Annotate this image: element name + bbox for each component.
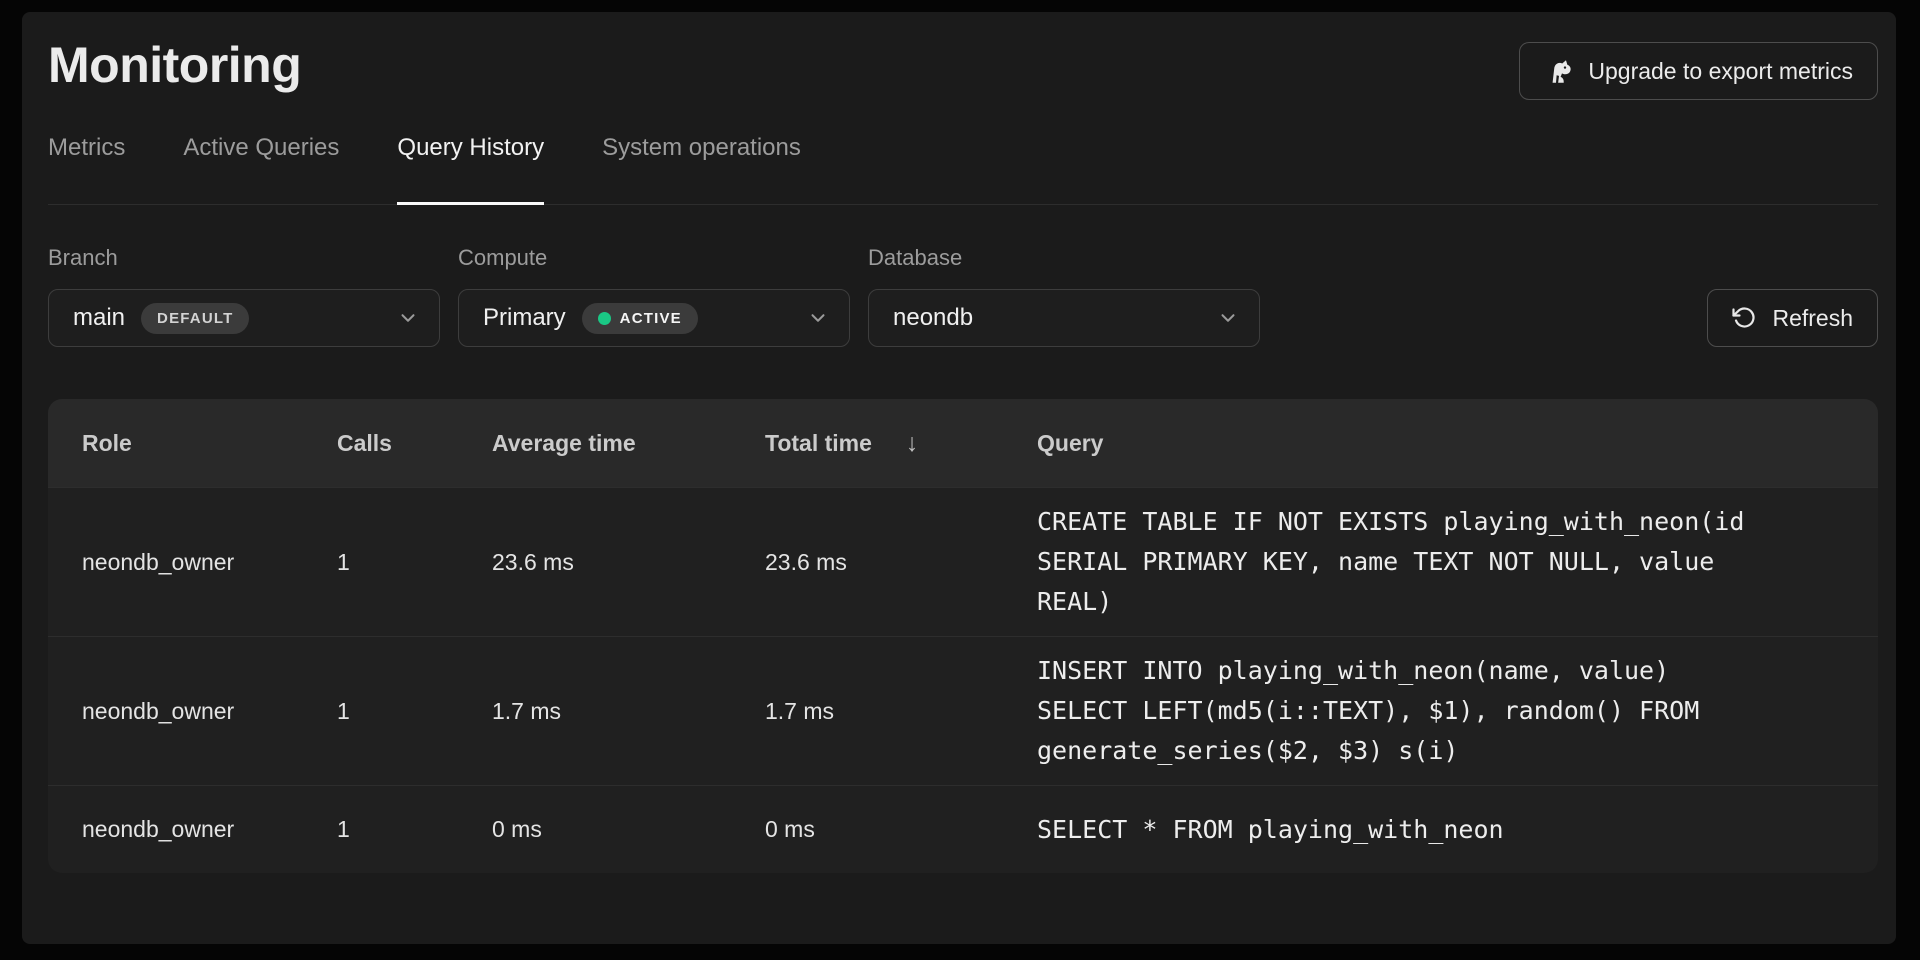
refresh-button-label: Refresh [1772,305,1853,332]
role-cell: neondb_owner [82,816,337,843]
total-time-cell: 23.6 ms [765,549,1037,576]
column-header-average-time: Average time [492,430,765,457]
upgrade-button-label: Upgrade to export metrics [1588,58,1853,85]
refresh-button[interactable]: Refresh [1707,289,1878,347]
database-select[interactable]: neondb [868,289,1260,347]
column-header-total-time: Total time ↓ [765,429,1037,458]
chevron-down-icon [807,307,829,329]
table-row: neondb_owner 1 1.7 ms 1.7 ms INSERT INTO… [48,636,1878,785]
branch-filter: Branch main DEFAULT [48,245,440,347]
compute-select[interactable]: Primary ACTIVE [458,289,850,347]
tab-system-operations[interactable]: System operations [602,130,801,205]
average-time-cell: 0 ms [492,816,765,843]
tab-metrics[interactable]: Metrics [48,130,125,205]
branch-select[interactable]: main DEFAULT [48,289,440,347]
total-time-cell: 0 ms [765,816,1037,843]
branch-default-badge: DEFAULT [141,303,249,334]
average-time-cell: 1.7 ms [492,698,765,725]
chevron-down-icon [1217,307,1239,329]
table-header-row: Role Calls Average time Total time ↓ Que… [48,399,1878,487]
compute-status-label: ACTIVE [620,310,682,327]
calls-cell: 1 [337,549,492,576]
calls-cell: 1 [337,698,492,725]
role-cell: neondb_owner [82,549,337,576]
table-row: neondb_owner 1 23.6 ms 23.6 ms CREATE TA… [48,487,1878,636]
tab-query-history[interactable]: Query History [397,130,544,205]
column-header-role: Role [82,430,337,457]
chevron-down-icon [397,307,419,329]
total-time-label: Total time [765,430,872,457]
compute-active-badge: ACTIVE [582,303,698,334]
database-filter: Database neondb [868,245,1260,347]
compute-value: Primary [483,304,566,332]
compute-filter: Compute Primary ACTIVE [458,245,850,347]
role-cell: neondb_owner [82,698,337,725]
filter-bar: Branch main DEFAULT Compute Primary ACTI… [48,245,1878,347]
column-header-calls: Calls [337,430,492,457]
database-label: Database [868,245,1260,271]
tab-bar: Metrics Active Queries Query History Sys… [48,130,1878,205]
average-time-cell: 23.6 ms [492,549,765,576]
column-header-query: Query [1037,430,1844,457]
compute-label: Compute [458,245,850,271]
database-value: neondb [893,304,973,332]
query-history-table: Role Calls Average time Total time ↓ Que… [48,399,1878,873]
total-time-cell: 1.7 ms [765,698,1037,725]
tab-active-queries[interactable]: Active Queries [183,130,339,205]
branch-label: Branch [48,245,440,271]
page-header: Monitoring Upgrade to export metrics [48,34,1878,100]
query-cell: INSERT INTO playing_with_neon(name, valu… [1037,637,1785,785]
monitoring-page: Monitoring Upgrade to export metrics Met… [22,12,1896,944]
sort-descending-icon[interactable]: ↓ [906,429,919,458]
query-cell: SELECT * FROM playing_with_neon [1037,796,1785,864]
active-status-dot [598,312,611,325]
query-cell: CREATE TABLE IF NOT EXISTS playing_with_… [1037,488,1785,636]
refresh-icon [1732,306,1756,330]
calls-cell: 1 [337,816,492,843]
datadog-icon [1544,56,1574,86]
branch-value: main [73,304,125,332]
table-row: neondb_owner 1 0 ms 0 ms SELECT * FROM p… [48,785,1878,873]
page-title: Monitoring [48,34,301,96]
upgrade-to-export-metrics-button[interactable]: Upgrade to export metrics [1519,42,1878,100]
